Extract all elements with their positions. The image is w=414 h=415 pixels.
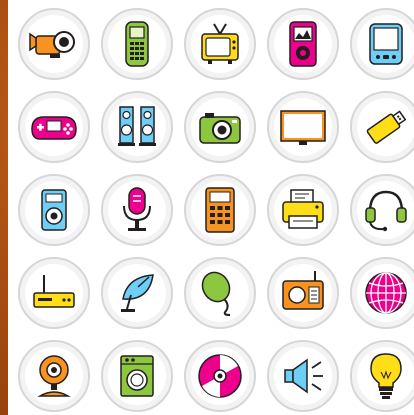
icon-tile-usb-flash-drive[interactable] xyxy=(350,91,414,163)
icon-tile-mobile-phone[interactable] xyxy=(101,8,173,80)
headset-icon xyxy=(365,190,407,232)
widescreen-monitor-icon xyxy=(280,110,326,145)
icon-tile-camera[interactable] xyxy=(184,91,256,163)
icon-tile-mp3-player[interactable] xyxy=(267,8,339,80)
mp3-player-icon xyxy=(289,21,317,67)
icon-tile-speakers[interactable] xyxy=(101,91,173,163)
icon-tile-camcorder[interactable] xyxy=(18,8,90,80)
icon-tile-mouse[interactable] xyxy=(184,257,256,329)
mouse-icon xyxy=(201,271,231,316)
icon-tile-widescreen-monitor[interactable] xyxy=(267,91,339,163)
icon-tile-pda[interactable] xyxy=(350,8,414,80)
mp3-player-small-icon xyxy=(41,189,67,231)
icon-tile-calculator[interactable] xyxy=(184,174,256,246)
icon-tile-webcam[interactable] xyxy=(18,340,90,412)
game-controller-icon xyxy=(31,116,77,140)
radio-icon xyxy=(282,271,324,310)
light-bulb-icon xyxy=(370,353,402,399)
icon-sheet xyxy=(8,0,414,415)
camcorder-icon xyxy=(29,31,75,58)
printer-icon xyxy=(282,189,324,229)
icon-tile-radio[interactable] xyxy=(267,257,339,329)
icon-tile-washing-machine[interactable] xyxy=(101,340,173,412)
icon-tile-mp3-player-small[interactable] xyxy=(18,174,90,246)
satellite-dish-icon xyxy=(121,274,154,312)
icon-tile-microphone[interactable] xyxy=(101,174,173,246)
usb-flash-drive-icon xyxy=(366,110,407,144)
icon-tile-television[interactable] xyxy=(184,8,256,80)
icon-grid xyxy=(18,8,414,412)
icon-tile-globe[interactable] xyxy=(350,257,414,329)
icon-tile-loudspeaker[interactable] xyxy=(267,340,339,412)
webcam-icon xyxy=(37,355,71,397)
router-icon xyxy=(33,275,75,308)
loudspeaker-icon xyxy=(284,358,323,394)
television-icon xyxy=(201,23,239,64)
icon-tile-printer[interactable] xyxy=(267,174,339,246)
icon-tile-router[interactable] xyxy=(18,257,90,329)
globe-icon xyxy=(365,272,407,314)
camera-icon xyxy=(199,113,241,144)
icon-tile-compact-disc[interactable] xyxy=(184,340,256,412)
icon-tile-light-bulb[interactable] xyxy=(350,340,414,412)
icon-tile-game-controller[interactable] xyxy=(18,91,90,163)
pda-icon xyxy=(369,23,403,65)
icon-tile-satellite-dish[interactable] xyxy=(101,257,173,329)
speakers-icon xyxy=(118,106,156,146)
washing-machine-icon xyxy=(120,355,154,397)
compact-disc-icon xyxy=(198,354,242,398)
mobile-phone-icon xyxy=(125,21,149,67)
icon-tile-headset[interactable] xyxy=(350,174,414,246)
microphone-icon xyxy=(123,187,151,231)
calculator-icon xyxy=(205,187,235,233)
